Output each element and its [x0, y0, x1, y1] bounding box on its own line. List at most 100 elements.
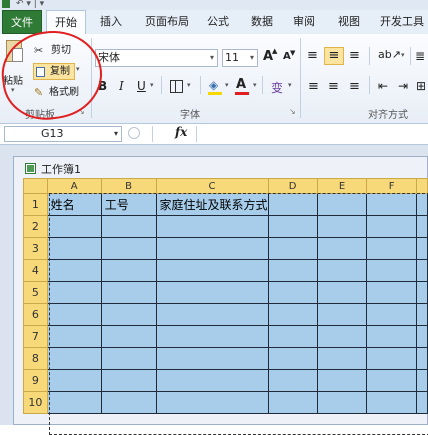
cell[interactable]: [415, 369, 428, 392]
tab-data[interactable]: 数据: [247, 10, 277, 34]
row-header[interactable]: 9: [23, 369, 48, 392]
cell[interactable]: [316, 347, 368, 370]
tab-view[interactable]: 视图: [334, 10, 364, 34]
cell[interactable]: [415, 259, 428, 282]
cell[interactable]: [316, 237, 368, 260]
clipboard-launcher-icon[interactable]: ↘: [78, 107, 85, 116]
cell[interactable]: [100, 391, 157, 414]
cell[interactable]: [366, 193, 417, 216]
font-color-dropdown-icon[interactable]: ▾: [253, 81, 257, 89]
cell[interactable]: [155, 303, 269, 326]
font-size-combo[interactable]: 11 ▾: [222, 49, 258, 67]
cell[interactable]: [415, 303, 428, 326]
cell[interactable]: [100, 369, 157, 392]
cell[interactable]: [366, 347, 417, 370]
cell[interactable]: [316, 259, 368, 282]
cell[interactable]: [366, 325, 417, 348]
font-launcher-icon[interactable]: ↘: [289, 107, 296, 116]
align-right-icon[interactable]: ≡: [349, 79, 360, 94]
paste-dropdown-icon[interactable]: ▾: [11, 86, 15, 94]
cell[interactable]: [100, 215, 157, 238]
borders-icon[interactable]: [170, 80, 183, 93]
font-name-combo[interactable]: 宋体 ▾: [95, 49, 218, 67]
select-all-corner[interactable]: [23, 178, 48, 194]
column-header-a[interactable]: A: [46, 178, 102, 194]
tab-developer[interactable]: 开发工具: [376, 10, 428, 34]
cell[interactable]: [316, 303, 368, 326]
copy-dropdown-icon[interactable]: ▾: [76, 65, 80, 73]
cell[interactable]: [46, 259, 102, 282]
cell[interactable]: [415, 391, 428, 414]
cell[interactable]: [267, 369, 318, 392]
row-header[interactable]: 7: [23, 325, 48, 348]
insert-function-button[interactable]: fx: [175, 125, 187, 139]
cell-d1[interactable]: [267, 193, 318, 216]
cell[interactable]: [100, 347, 157, 370]
tab-page-layout[interactable]: 页面布局: [140, 10, 194, 34]
cell[interactable]: [316, 325, 368, 348]
cell[interactable]: [316, 281, 368, 304]
cell[interactable]: [366, 281, 417, 304]
cell[interactable]: [316, 391, 368, 414]
row-header[interactable]: 3: [23, 237, 48, 260]
cell[interactable]: [46, 303, 102, 326]
phonetic-button[interactable]: 变: [271, 79, 283, 96]
format-painter-button[interactable]: ✎ 格式刷: [33, 84, 85, 101]
orientation-dropdown-icon[interactable]: ▾: [401, 51, 405, 59]
cell[interactable]: [366, 391, 417, 414]
cell[interactable]: [155, 325, 269, 348]
increase-indent-icon[interactable]: ⇥: [398, 79, 408, 93]
cell-b1[interactable]: 工号: [100, 193, 157, 216]
italic-button[interactable]: I: [119, 79, 124, 93]
formula-bar-expand-icon[interactable]: [128, 127, 140, 139]
merge-center-icon[interactable]: ⊞: [416, 79, 426, 93]
cell[interactable]: [366, 259, 417, 282]
cell[interactable]: [267, 281, 318, 304]
cell[interactable]: [366, 303, 417, 326]
cell-c1[interactable]: 家庭住址及联系方式: [155, 193, 269, 216]
cell[interactable]: [415, 237, 428, 260]
cell[interactable]: [46, 347, 102, 370]
cell[interactable]: [155, 281, 269, 304]
cell[interactable]: [415, 325, 428, 348]
cell[interactable]: [155, 259, 269, 282]
paste-button[interactable]: 粘贴 ▾: [3, 40, 27, 98]
cell[interactable]: [267, 391, 318, 414]
align-top-icon[interactable]: ≡: [307, 49, 318, 62]
cell[interactable]: [155, 369, 269, 392]
cell[interactable]: [415, 215, 428, 238]
cell[interactable]: [155, 391, 269, 414]
cell-a1[interactable]: 姓名: [46, 193, 102, 216]
cell[interactable]: [46, 325, 102, 348]
tab-file[interactable]: 文件: [2, 10, 42, 34]
row-header[interactable]: 5: [23, 281, 48, 304]
cell[interactable]: [100, 237, 157, 260]
cell[interactable]: [415, 193, 428, 216]
fill-color-icon[interactable]: ◈: [209, 78, 218, 92]
cell[interactable]: [366, 215, 417, 238]
row-header[interactable]: 10: [23, 391, 48, 414]
row-header[interactable]: 8: [23, 347, 48, 370]
cell[interactable]: [267, 303, 318, 326]
orientation-icon[interactable]: ab↗: [378, 48, 401, 61]
row-header[interactable]: 2: [23, 215, 48, 238]
cell[interactable]: [415, 281, 428, 304]
cell[interactable]: [46, 391, 102, 414]
cell[interactable]: [267, 259, 318, 282]
cell[interactable]: [100, 325, 157, 348]
cell[interactable]: [46, 281, 102, 304]
align-left-icon[interactable]: ≡: [308, 79, 319, 94]
cell[interactable]: [316, 193, 368, 216]
fill-dropdown-icon[interactable]: ▾: [225, 81, 229, 89]
cell[interactable]: [155, 215, 269, 238]
column-header-f[interactable]: F: [366, 178, 417, 194]
cell[interactable]: [46, 215, 102, 238]
column-header-e[interactable]: E: [316, 178, 368, 194]
align-center-icon[interactable]: ≡: [328, 79, 339, 94]
cell[interactable]: [46, 237, 102, 260]
quick-access-undo-icon[interactable]: ↶ ▾ | ▾: [16, 0, 44, 9]
tab-formulas[interactable]: 公式: [203, 10, 233, 34]
cell[interactable]: [267, 215, 318, 238]
tab-review[interactable]: 审阅: [289, 10, 319, 34]
column-header-d[interactable]: D: [267, 178, 318, 194]
